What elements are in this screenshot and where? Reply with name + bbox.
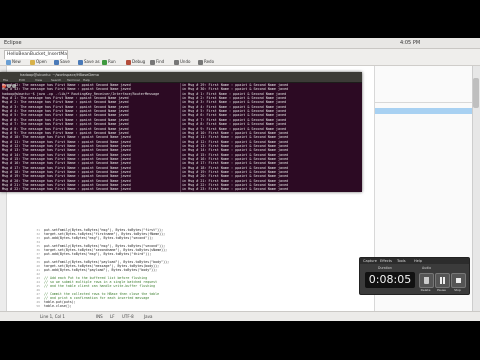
toolbar-button-label: Undo xyxy=(180,59,191,64)
recorder-menu-capture[interactable]: Capture xyxy=(363,258,377,264)
tab-strip: HelloBeanBucket_InsertMain.java xyxy=(0,49,480,59)
toolbar-button-label: Open xyxy=(36,59,47,64)
code-line[interactable]: table.close(); xyxy=(44,304,72,308)
terminal-output[interactable]: Msg # 42: The message has First Name : p… xyxy=(0,83,362,192)
toolbar-button-label: Redo xyxy=(204,59,215,64)
duration-label: Duration xyxy=(378,266,392,270)
recording-timer: 0:08:05 xyxy=(365,272,415,288)
pause-button[interactable] xyxy=(435,273,450,288)
toolbar-button-label: Run xyxy=(108,59,116,64)
status-language: Java xyxy=(144,314,153,319)
toolbar-button-label: Debug xyxy=(132,59,146,64)
toolbar-button-label: Save as xyxy=(84,59,100,64)
clock: 4:05 PM xyxy=(400,40,421,46)
terminal-line-right: in Msg # 23: First Name : ppaint & Secon… xyxy=(182,187,289,192)
code-line[interactable]: put.add(Bytes.toBytes("msg"), Bytes.toBy… xyxy=(44,236,153,240)
status-encoding: UTF-8 xyxy=(122,314,134,319)
code-line[interactable]: put.add(Bytes.toBytes("payload"), Bytes.… xyxy=(44,268,157,272)
audio-label: Audio xyxy=(422,266,432,270)
terminal-menu-edit[interactable]: Edit xyxy=(19,78,25,82)
new-file-icon xyxy=(6,59,11,65)
recorder-menu-effects[interactable]: Effects xyxy=(380,258,392,264)
terminal-menu-file[interactable]: File xyxy=(3,78,8,82)
stop-button[interactable] xyxy=(451,273,466,288)
undo-icon xyxy=(174,59,179,65)
panel-divider xyxy=(375,102,472,103)
recorder-button-label: Delete xyxy=(420,288,431,292)
status-mode: INS xyxy=(96,314,103,319)
toolbar-button-label: New xyxy=(12,59,21,64)
redo-icon xyxy=(198,59,203,65)
terminal-menu-search[interactable]: Search xyxy=(51,78,61,82)
code-line[interactable]: put.add(Bytes.toBytes("msg"), Bytes.toBy… xyxy=(44,252,151,256)
terminal-menu-help[interactable]: Help xyxy=(83,78,90,82)
recorder-menu-tools[interactable]: Tools xyxy=(397,258,406,264)
toolbar-button-undo[interactable]: Undo xyxy=(174,58,190,65)
toolbar-button-redo[interactable]: Redo xyxy=(198,58,214,65)
line-number: 50 xyxy=(36,304,40,308)
toolbar-button-open[interactable]: Open xyxy=(30,58,47,65)
toolbar-button-label: Save xyxy=(60,59,70,64)
status-eol: LF xyxy=(110,314,115,319)
toolbar-button-find[interactable]: Find xyxy=(150,58,164,65)
code-block: 31 put.setFamily(Bytes.toBytes("msg"), B… xyxy=(36,228,374,308)
screen-recorder-widget[interactable]: Capture Effects Tools Help Duration 0:08:05… xyxy=(359,257,470,295)
terminal-window[interactable]: hadoop@ubuntu: ~/workspace/HBaseDemo Fil… xyxy=(0,72,362,192)
scrollbar-thumb[interactable] xyxy=(473,78,479,108)
system-tray[interactable] xyxy=(447,40,477,55)
ide-toolbar: HelloBeanBucket_InsertMain.java New Open S… xyxy=(0,49,480,66)
os-top-bar: Eclipse 4:05 PM xyxy=(0,38,480,55)
recorder-menu: Capture Effects Tools Help xyxy=(360,258,469,264)
toolbar-button-debug[interactable]: Debug xyxy=(126,58,145,65)
toolbar-button-new[interactable]: New xyxy=(6,58,21,65)
terminal-menu-terminal[interactable]: Terminal xyxy=(67,78,80,82)
code-line[interactable]: // and the table client can handle write… xyxy=(44,284,155,288)
stop-icon xyxy=(456,278,461,283)
search-icon xyxy=(150,59,155,65)
toolbar-button-save-as[interactable]: Save as xyxy=(78,58,100,65)
recorder-button-label: Stop xyxy=(454,288,461,292)
pause-icon xyxy=(440,277,445,284)
terminal-split-divider[interactable] xyxy=(180,83,181,192)
toolbar-button-run[interactable]: Run xyxy=(102,58,116,65)
terminal-line-left: Msg # 22: The message has First Name : p… xyxy=(2,187,131,192)
delete-button[interactable] xyxy=(419,273,434,288)
app-label: Eclipse xyxy=(4,40,22,46)
terminal-menu-view[interactable]: View xyxy=(35,78,42,82)
save-as-icon xyxy=(78,59,83,65)
status-line-col: Line 1, Col 1 xyxy=(40,314,65,319)
outline-selected-item[interactable] xyxy=(375,108,472,114)
trash-icon xyxy=(424,277,429,284)
toolbar-button-save[interactable]: Save xyxy=(54,58,70,65)
tool-row: New Open Save Save as Run Debug Find Undo Redo xyxy=(0,58,480,66)
bug-icon xyxy=(126,59,131,65)
recorder-button-label: Pause xyxy=(437,288,446,292)
run-icon xyxy=(102,59,107,65)
recorder-menu-help[interactable]: Help xyxy=(414,258,422,264)
open-folder-icon xyxy=(30,59,35,65)
status-bar: Line 1, Col 1 INS LF UTF-8 Java xyxy=(0,311,480,321)
save-icon xyxy=(54,59,59,65)
toolbar-button-label: Find xyxy=(156,59,165,64)
